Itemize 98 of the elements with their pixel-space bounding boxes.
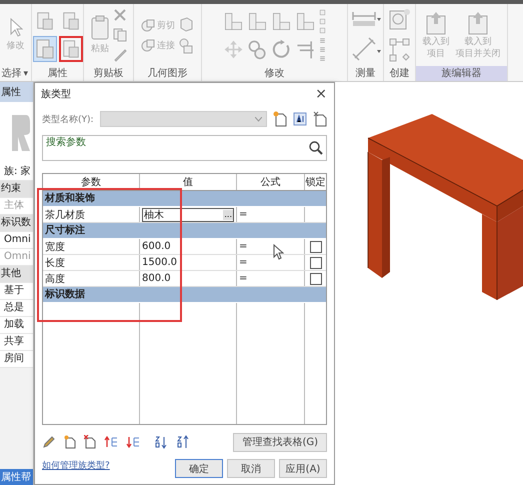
property-row[interactable]: Omni	[0, 232, 33, 249]
load-icon	[466, 10, 490, 36]
dialog-button[interactable]: 取消	[227, 459, 275, 478]
delete-parameter-icon[interactable]	[84, 435, 96, 449]
value-text: 1500.0	[142, 257, 177, 268]
edit-tool-icon[interactable]	[223, 10, 244, 32]
panel-icon	[60, 38, 80, 60]
column-header[interactable]: 值	[140, 174, 237, 190]
panel-icon	[34, 10, 54, 32]
value-text: 800.0	[142, 273, 171, 284]
measure-icon[interactable]	[350, 36, 380, 62]
panel-label: 几何图形	[146, 67, 188, 81]
table-cell: 茶几材质	[43, 207, 140, 222]
edit-tool-icon[interactable]	[295, 10, 316, 32]
edit-tool-icon[interactable]	[319, 54, 326, 62]
property-row[interactable]: 基于	[0, 283, 33, 300]
lock-checkbox[interactable]	[310, 272, 322, 284]
help-link[interactable]: 如何管理族类型?	[42, 459, 110, 472]
button-label: 项目	[427, 49, 445, 60]
move-icon[interactable]	[223, 38, 244, 60]
new-parameter-icon[interactable]	[64, 435, 76, 449]
edit-tool-icon[interactable]	[247, 10, 268, 32]
shape-icon	[141, 38, 155, 52]
move-down-icon[interactable]	[126, 435, 140, 449]
type-name-label: 类型名称(Y):	[42, 114, 94, 126]
value-field[interactable]: 柚木 ...	[142, 208, 234, 222]
button-label: 载入到	[422, 37, 450, 48]
property-row[interactable]: 族: 家	[0, 164, 33, 181]
group-header[interactable]: 材质和装饰	[43, 191, 326, 207]
properties-button[interactable]	[32, 36, 56, 62]
panel-icon	[34, 38, 56, 60]
caret-icon[interactable]: ▾	[23, 68, 31, 78]
table-cell: =	[237, 271, 305, 286]
column-header[interactable]: 公式	[237, 174, 305, 190]
rotate-icon[interactable]	[271, 38, 292, 60]
property-row[interactable]: 其他	[0, 266, 33, 283]
panel-label: 选择	[0, 66, 23, 81]
dialog-title: 族类型	[41, 88, 71, 101]
dialog-button[interactable]: 应用(A)	[279, 459, 327, 478]
table-cell: =	[237, 207, 305, 222]
edit-tool-icon[interactable]	[271, 10, 292, 32]
trim-icon[interactable]	[295, 38, 316, 60]
mouse-pointer-icon	[273, 244, 284, 261]
panel-label: 创建	[388, 66, 410, 81]
family-category-icon[interactable]	[388, 7, 412, 31]
value-text: 600.0	[142, 241, 171, 252]
panel-title: 属性	[0, 82, 33, 102]
lock-checkbox[interactable]	[310, 240, 322, 252]
new-type-icon[interactable]	[273, 111, 287, 127]
property-row[interactable]: 共享	[0, 334, 33, 351]
move-up-icon[interactable]	[104, 435, 118, 449]
browse-button[interactable]: ...	[223, 210, 233, 220]
copy-icon	[113, 28, 127, 42]
shape-icon	[141, 18, 155, 32]
edit-tool-icon[interactable]	[319, 46, 326, 52]
sort-descending-icon[interactable]	[176, 435, 190, 449]
property-row[interactable]: 加载	[0, 317, 33, 334]
property-row[interactable]: 标识数	[0, 215, 33, 232]
edit-tool-icon[interactable]	[319, 36, 326, 44]
table-cell: 高度	[43, 271, 140, 286]
panel-label: 属性	[46, 66, 68, 81]
clipboard-icon	[90, 14, 110, 41]
column-header[interactable]: 锁定	[305, 174, 326, 190]
table-cell: 宽度	[43, 239, 140, 254]
pencil-icon[interactable]	[42, 435, 56, 449]
group-header[interactable]: 标识数据	[43, 287, 326, 303]
property-row[interactable]: 总是	[0, 300, 33, 317]
help-link[interactable]: 属性帮	[0, 469, 33, 485]
panel-label: 族编辑器	[416, 66, 507, 81]
value-text: 柚木	[144, 208, 164, 222]
button-label: 载入到	[464, 37, 492, 48]
properties-button[interactable]	[58, 36, 82, 62]
panel-label: 修改	[264, 67, 286, 81]
property-row[interactable]: 约束	[0, 181, 33, 198]
load-icon	[424, 10, 448, 36]
panel-icon	[60, 10, 80, 32]
offset-icon[interactable]	[247, 38, 268, 60]
caret-icon	[255, 116, 262, 122]
shape-icon	[178, 38, 194, 54]
flow-icon[interactable]	[388, 37, 412, 63]
property-row[interactable]: 房间	[0, 351, 33, 368]
type-name-dropdown[interactable]	[100, 111, 267, 127]
search-icon[interactable]	[309, 141, 323, 155]
lookup-tables-button[interactable]: 管理查找表格(G)	[233, 432, 327, 452]
search-field[interactable]: 搜索参数	[42, 135, 327, 161]
cursor-icon	[8, 18, 22, 38]
button-label: 项目并关闭	[456, 49, 500, 60]
sort-ascending-icon[interactable]	[154, 435, 168, 449]
group-header[interactable]: 尺寸标注	[43, 223, 326, 239]
dialog-button[interactable]: 确定	[175, 459, 223, 478]
lock-checkbox[interactable]	[310, 256, 322, 268]
table-cell: 长度	[43, 255, 140, 270]
panel-label: 测量	[354, 66, 376, 81]
panel-label: 剪贴板	[92, 66, 124, 81]
column-header[interactable]: 参数	[43, 174, 140, 190]
delete-type-icon[interactable]	[313, 111, 327, 127]
rename-icon[interactable]	[293, 112, 307, 126]
close-button[interactable]: ×	[312, 86, 330, 102]
